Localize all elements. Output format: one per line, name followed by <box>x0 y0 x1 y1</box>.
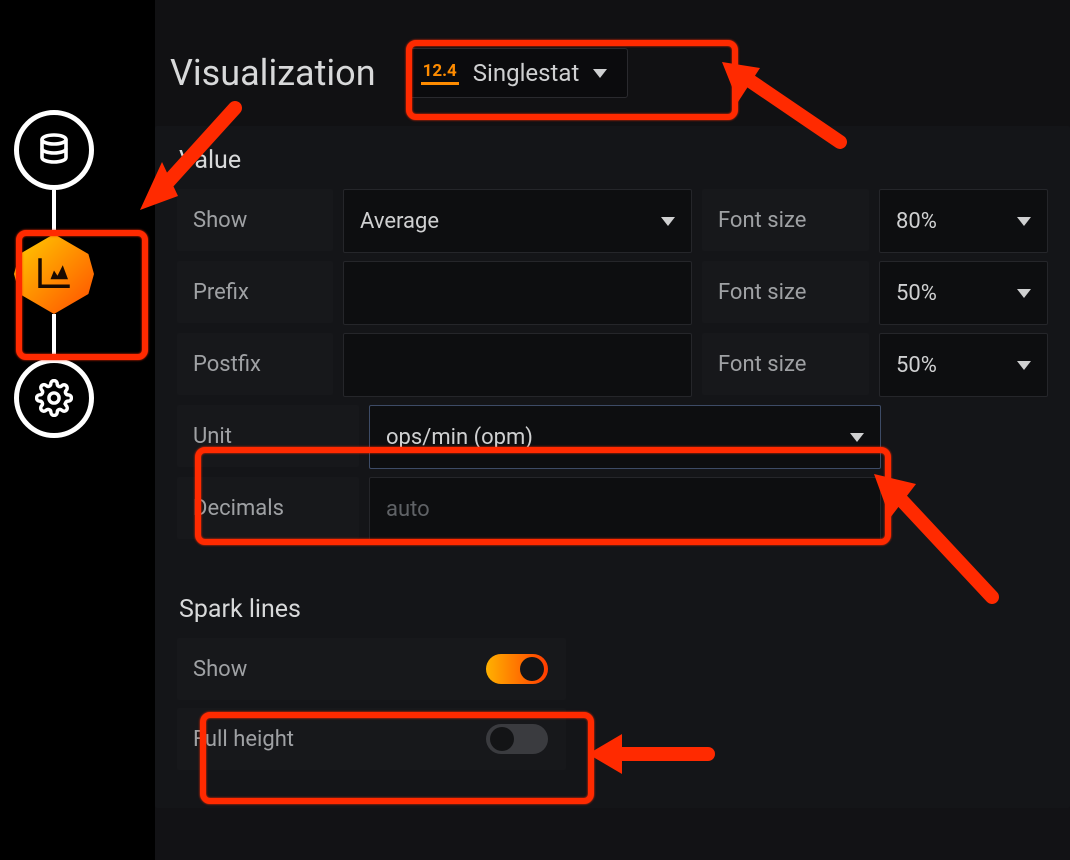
visualization-header: Visualization 12.4 Singlestat <box>155 0 1070 126</box>
select-prefix-fontsize-value: 50% <box>896 281 937 306</box>
select-show-value: Average <box>360 209 439 234</box>
row-show: Show Average Font size 80% <box>177 189 1048 253</box>
options-panel: Value Show Average Font size 80% Prefix <box>155 126 1070 808</box>
select-show-fontsize[interactable]: 80% <box>879 189 1048 253</box>
input-decimals[interactable]: auto <box>369 477 881 541</box>
editor-main: Visualization 12.4 Singlestat Value Show… <box>155 0 1070 860</box>
chevron-down-icon <box>850 433 864 442</box>
label-prefix: Prefix <box>177 261 333 323</box>
toggle-spark-show[interactable] <box>486 654 548 684</box>
toggle-row-show: Show <box>177 638 566 700</box>
row-decimals: Decimals auto <box>177 477 1048 541</box>
row-postfix: Postfix Font size 50% <box>177 333 1048 397</box>
viz-picker-label: Singlestat <box>473 59 580 87</box>
database-icon <box>36 132 72 168</box>
nav-settings[interactable] <box>14 358 94 438</box>
row-prefix: Prefix Font size 50% <box>177 261 1048 325</box>
input-postfix[interactable] <box>343 333 692 397</box>
chevron-down-icon <box>1017 361 1031 370</box>
nav-visualization[interactable] <box>14 234 94 314</box>
toggle-spark-fullheight[interactable] <box>486 724 548 754</box>
viz-header-title: Visualization <box>170 52 376 94</box>
chevron-down-icon <box>661 217 675 226</box>
toggle-row-fullheight: Full height <box>177 708 566 770</box>
row-unit: Unit ops/min (opm) <box>177 405 1048 469</box>
label-unit: Unit <box>177 405 359 467</box>
label-show-fontsize: Font size <box>702 189 869 251</box>
input-decimals-placeholder: auto <box>386 497 430 522</box>
select-show-fontsize-value: 80% <box>896 209 937 234</box>
chevron-down-icon <box>593 69 607 78</box>
nav-connector <box>52 314 56 358</box>
input-prefix[interactable] <box>343 261 692 325</box>
label-show: Show <box>177 189 333 251</box>
visualization-picker[interactable]: 12.4 Singlestat <box>406 48 629 98</box>
label-postfix: Postfix <box>177 333 333 395</box>
label-spark-show: Show <box>193 657 247 682</box>
spark-section-title: Spark lines <box>179 595 1048 624</box>
label-prefix-fontsize: Font size <box>702 261 869 323</box>
chevron-down-icon <box>1017 217 1031 226</box>
gear-icon <box>35 379 73 417</box>
select-postfix-fontsize[interactable]: 50% <box>879 333 1048 397</box>
label-decimals: Decimals <box>177 477 359 539</box>
chart-icon <box>33 253 75 295</box>
value-section-title: Value <box>179 146 1048 175</box>
nav-connector <box>52 190 56 234</box>
select-show[interactable]: Average <box>343 189 692 253</box>
chevron-down-icon <box>1017 289 1031 298</box>
label-postfix-fontsize: Font size <box>702 333 869 395</box>
select-prefix-fontsize[interactable]: 50% <box>879 261 1048 325</box>
toggle-knob <box>490 727 514 751</box>
nav-queries[interactable] <box>14 110 94 190</box>
label-spark-fullheight: Full height <box>193 727 294 752</box>
editor-side-nav <box>14 110 94 438</box>
select-unit-value: ops/min (opm) <box>386 425 533 450</box>
select-postfix-fontsize-value: 50% <box>896 353 937 378</box>
viz-picker-badge: 12.4 <box>421 61 459 85</box>
toggle-knob <box>520 657 544 681</box>
select-unit[interactable]: ops/min (opm) <box>369 405 881 469</box>
